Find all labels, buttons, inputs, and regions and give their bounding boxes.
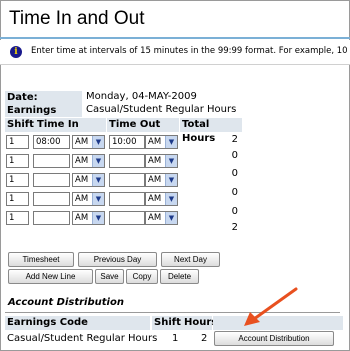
account-hours-header: Hours [182, 316, 218, 330]
info-text: Enter time at intervals of 15 minutes in… [31, 46, 348, 56]
ampm-value: AM [148, 137, 162, 147]
account-hours-value: 2 [201, 333, 208, 344]
time-in-input[interactable]: 08:00 [33, 135, 70, 149]
account-shift-value: 1 [172, 333, 179, 344]
time-in-ampm-select[interactable]: AM ▼ [72, 192, 105, 206]
total-hours-header: Total Hours [180, 118, 242, 144]
time-in-input[interactable] [33, 154, 70, 168]
shift-input[interactable]: 1 [6, 154, 29, 168]
shift-input[interactable]: 1 [6, 135, 29, 149]
time-out-ampm-select[interactable]: AM ▼ [145, 135, 178, 149]
info-bar: i Enter time at intervals of 15 minutes … [0, 40, 350, 65]
time-in-input[interactable] [33, 173, 70, 187]
ampm-value: AM [148, 156, 162, 166]
time-in-ampm-select[interactable]: AM ▼ [72, 154, 105, 168]
time-in-header: Time In [35, 118, 106, 132]
ampm-value: AM [75, 175, 89, 185]
copy-button[interactable]: Copy [126, 269, 158, 284]
time-out-input[interactable]: 10:00 [109, 135, 145, 149]
row-total: 0 [231, 206, 238, 217]
info-icon: i [10, 46, 22, 58]
page-title: Time In and Out [9, 8, 145, 29]
chevron-down-icon: ▼ [165, 174, 177, 186]
date-label: Date: [5, 91, 82, 104]
ampm-value: AM [75, 156, 89, 166]
timesheet-button[interactable]: Timesheet [8, 252, 74, 267]
shift-input[interactable]: 1 [6, 211, 29, 225]
time-out-input[interactable] [109, 154, 145, 168]
account-distribution-button[interactable]: Account Distribution [214, 331, 334, 346]
time-in-ampm-select[interactable]: AM ▼ [72, 173, 105, 187]
time-in-ampm-select[interactable]: AM ▼ [72, 211, 105, 225]
grand-total: 2 [231, 222, 238, 233]
save-button[interactable]: Save [95, 269, 124, 284]
chevron-down-icon: ▼ [165, 155, 177, 167]
time-out-input[interactable] [109, 211, 145, 225]
first-row-total: 2 [231, 134, 238, 145]
account-distribution-title: Account Distribution [8, 297, 124, 308]
add-new-line-button[interactable]: Add New Line [8, 269, 93, 284]
next-day-button[interactable]: Next Day [161, 252, 220, 267]
earnings-code-header: Earnings Code [5, 316, 150, 330]
time-out-ampm-select[interactable]: AM ▼ [145, 192, 178, 206]
time-out-header: Time Out [107, 118, 179, 132]
shift-header: Shift [5, 118, 35, 132]
earnings-code-value: Casual/Student Regular Hours [86, 104, 237, 115]
ampm-value: AM [75, 137, 89, 147]
ampm-value: AM [148, 213, 162, 223]
time-in-input[interactable] [33, 211, 70, 225]
delete-button[interactable]: Delete [160, 269, 199, 284]
ampm-value: AM [75, 194, 89, 204]
row-total: 0 [231, 150, 238, 161]
shift-input[interactable]: 1 [6, 173, 29, 187]
chevron-down-icon: ▼ [92, 155, 104, 167]
ampm-value: AM [148, 175, 162, 185]
row-total: 0 [231, 168, 238, 179]
time-out-ampm-select[interactable]: AM ▼ [145, 211, 178, 225]
time-in-ampm-select[interactable]: AM ▼ [72, 135, 105, 149]
chevron-down-icon: ▼ [92, 174, 104, 186]
chevron-down-icon: ▼ [92, 193, 104, 205]
time-out-input[interactable] [109, 173, 145, 187]
ampm-value: AM [75, 213, 89, 223]
chevron-down-icon: ▼ [92, 136, 104, 148]
earnings-code-label: Earnings Code: [5, 104, 82, 129]
chevron-down-icon: ▼ [165, 193, 177, 205]
time-in-input[interactable] [33, 192, 70, 206]
time-out-ampm-select[interactable]: AM ▼ [145, 173, 178, 187]
time-out-ampm-select[interactable]: AM ▼ [145, 154, 178, 168]
previous-day-button[interactable]: Previous Day [78, 252, 157, 267]
time-out-input[interactable] [109, 192, 145, 206]
chevron-down-icon: ▼ [165, 136, 177, 148]
chevron-down-icon: ▼ [165, 212, 177, 224]
title-divider [0, 37, 350, 39]
ampm-value: AM [148, 194, 162, 204]
date-value: Monday, 04-MAY-2009 [86, 91, 197, 102]
row-total: 0 [231, 187, 238, 198]
account-shift-header: Shift [152, 316, 182, 330]
shift-input[interactable]: 1 [6, 192, 29, 206]
account-earnings-code: Casual/Student Regular Hours [7, 333, 158, 344]
chevron-down-icon: ▼ [92, 212, 104, 224]
annotation-arrow-icon [244, 287, 298, 326]
